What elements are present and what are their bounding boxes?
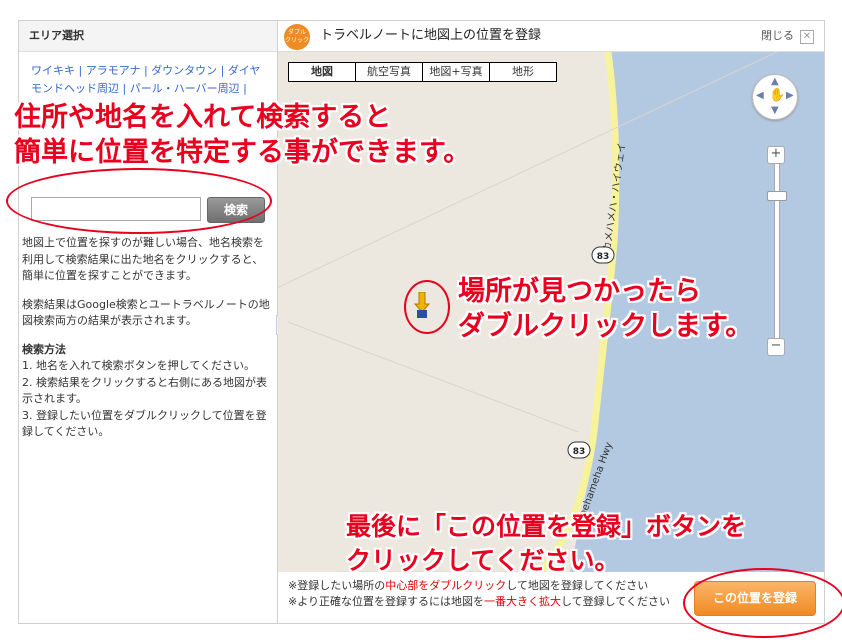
pan-down-icon[interactable]: ▼	[771, 105, 779, 116]
note-emphasis: 中心部をダブルクリック	[385, 579, 507, 592]
help-paragraph: 検索結果はGoogle検索とユートラベルノートの地図検索両方の結果が表示されます…	[22, 297, 270, 328]
callout-line: 住所や地名を入れて検索すると	[14, 102, 392, 133]
note-line: ※より正確な位置を登録するには地図を一番大きく拡大して登録してください	[288, 594, 698, 610]
zoom-track[interactable]	[774, 156, 780, 348]
route-shield-icon: 83	[567, 441, 591, 459]
method-step: 3. 登録したい位置をダブルクリックして位置を登録してください。	[22, 408, 267, 439]
map-type-satellite[interactable]: 航空写真	[356, 63, 423, 81]
double-click-callout: 場所が見つかったら ダブルクリックします。	[458, 274, 752, 344]
pan-right-icon[interactable]: ▶	[786, 90, 794, 101]
close-label[interactable]: 閉じる	[761, 21, 794, 51]
badge-line: クリック	[284, 37, 309, 44]
help-text: 地図上で位置を探すのが難しい場合、地名検索を利用して検索結果に出た地名をクリック…	[22, 235, 272, 441]
area-link[interactable]: アラモアナ	[86, 64, 141, 77]
note-line: ※登録したい場所の中心部をダブルクリックして地図を登録してください	[288, 578, 698, 594]
button-highlight-ring	[683, 568, 842, 638]
route-shield-icon: 83	[591, 246, 615, 264]
note-text: して登録してください	[561, 595, 671, 608]
method-step: 1. 地名を入れて検索ボタンを押してください。	[22, 359, 256, 372]
map-type-terrain[interactable]: 地形	[490, 63, 556, 81]
callout-line: クリックしてください。	[346, 546, 620, 575]
method-step: 2. 検索結果をクリックすると右側にある地図が表示されます。	[22, 375, 267, 406]
close-icon[interactable]: ✕	[800, 30, 814, 44]
badge-line: ダブル	[287, 29, 306, 36]
area-link[interactable]: ダウンタウン	[151, 64, 217, 77]
route-number: 83	[597, 252, 610, 262]
route-number: 83	[573, 447, 586, 457]
search-highlight-ring	[6, 168, 272, 234]
area-link[interactable]: ワイキキ	[31, 64, 75, 77]
help-paragraph: 地図上で位置を探すのが難しい場合、地名検索を利用して検索結果に出た地名をクリック…	[22, 236, 264, 282]
dialog-title: トラベルノートに地図上の位置を登録	[320, 28, 542, 43]
usage-notes: ※登録したい場所の中心部をダブルクリックして地図を登録してください ※より正確な…	[278, 572, 698, 623]
callout-line: ダブルクリックします。	[458, 311, 753, 342]
zoom-out-icon[interactable]: −	[767, 338, 785, 356]
zoom-handle[interactable]	[767, 191, 787, 201]
note-text: ※登録したい場所の	[288, 579, 386, 592]
area-link[interactable]: パール・ハーバー周辺	[130, 82, 240, 95]
note-text: ※より正確な位置を登録するには地図を	[288, 595, 484, 608]
map-type-switcher: 地図 航空写真 地図+写真 地形	[288, 62, 557, 82]
callout-line: 場所が見つかったら	[458, 276, 701, 307]
map-type-hybrid[interactable]: 地図+写真	[423, 63, 490, 81]
map-type-map[interactable]: 地図	[289, 63, 356, 81]
dialog-header: ダブル クリック トラベルノートに地図上の位置を登録 閉じる ✕	[278, 21, 824, 52]
hand-icon: ✋	[769, 88, 786, 103]
zoom-in-icon[interactable]: +	[767, 146, 785, 164]
double-click-badge: ダブル クリック	[284, 24, 310, 50]
marker-highlight-ring	[404, 280, 450, 334]
pan-up-icon[interactable]: ▲	[771, 76, 779, 87]
note-emphasis: 一番大きく拡大	[484, 595, 561, 608]
register-callout: 最後に「この位置を登録」ボタンを クリックしてください。	[346, 510, 746, 578]
method-title: 検索方法	[22, 342, 66, 356]
pan-control[interactable]: ▲ ▼ ◀ ▶ ✋	[752, 74, 798, 120]
callout-line: 簡単に位置を特定する事ができます。	[14, 137, 471, 168]
sidebar-title: エリア選択	[19, 21, 277, 52]
search-callout: 住所や地名を入れて検索すると 簡単に位置を特定する事ができます。	[14, 100, 470, 170]
note-text: して地図を登録してください	[506, 579, 649, 592]
callout-line: 最後に「この位置を登録」ボタンを	[346, 512, 747, 541]
zoom-slider[interactable]: + −	[767, 146, 787, 356]
pan-left-icon[interactable]: ◀	[756, 90, 764, 101]
